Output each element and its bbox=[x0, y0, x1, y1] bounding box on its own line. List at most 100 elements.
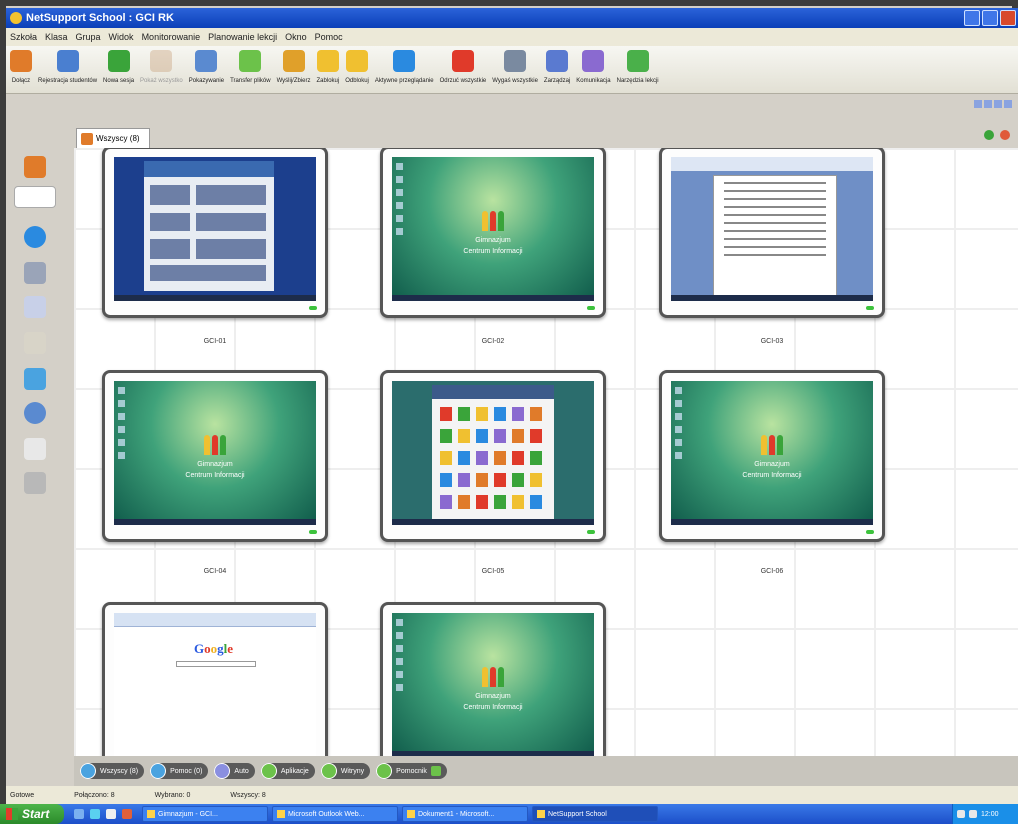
student-monitor[interactable] bbox=[380, 370, 606, 542]
filter-pill[interactable]: Auto bbox=[214, 763, 255, 779]
toolbar-button[interactable]: Dołącz bbox=[10, 50, 32, 84]
toolbar-button-label: Komunikacja bbox=[576, 78, 611, 84]
thumbnails-nav-icon[interactable] bbox=[14, 186, 56, 208]
students-nav-icon[interactable] bbox=[24, 156, 46, 178]
toolbar-button[interactable]: Pokaż wszystko bbox=[140, 50, 183, 84]
toolbar-button-label: Odblokuj bbox=[345, 78, 369, 84]
toolbar-button[interactable]: Komunikacja bbox=[576, 50, 611, 84]
toolbar-button-label: Pokazywanie bbox=[188, 78, 225, 84]
show-student-icon bbox=[195, 50, 218, 72]
journal-nav-icon[interactable] bbox=[24, 332, 46, 354]
toolbar-button[interactable]: Odrzuć wszystkie bbox=[440, 50, 486, 84]
toolbar-button[interactable]: Rejestracja studentów bbox=[38, 50, 97, 84]
toolbar-button-label: Nowa sesja bbox=[103, 78, 135, 84]
remote-taskbar bbox=[114, 519, 316, 525]
remove-group-icon[interactable] bbox=[1000, 130, 1010, 140]
layout-medium-icon[interactable] bbox=[984, 100, 992, 108]
toolbar-button[interactable]: Narzędzia lekcji bbox=[617, 50, 659, 84]
menu-item-class[interactable]: Klasa bbox=[45, 32, 68, 42]
applications-nav-icon[interactable] bbox=[24, 262, 46, 284]
layout-large-icon[interactable] bbox=[994, 100, 1002, 108]
toolbar-button[interactable]: Wygaś wszystkie bbox=[492, 50, 538, 84]
filter-pill[interactable]: Pomocnik bbox=[376, 763, 447, 779]
show-desktop-icon[interactable] bbox=[74, 809, 84, 819]
window-icon bbox=[277, 810, 285, 818]
menu-item-help[interactable]: Pomoc bbox=[315, 32, 343, 42]
menu-item-window[interactable]: Okno bbox=[285, 32, 307, 42]
toolbar-button[interactable]: Odblokuj bbox=[345, 50, 369, 84]
toolbar-button[interactable]: Nowa sesja bbox=[103, 50, 134, 84]
network-tray-icon[interactable] bbox=[957, 810, 965, 818]
toolbar-button[interactable]: Transfer plików bbox=[230, 50, 271, 84]
student-monitor[interactable]: Gimnazjum Centrum Informacji bbox=[659, 370, 885, 542]
layout-small-icon[interactable] bbox=[974, 100, 982, 108]
taskbar-window-button[interactable]: NetSupport School bbox=[532, 806, 658, 822]
firefox-icon[interactable] bbox=[122, 809, 132, 819]
block-icon bbox=[451, 50, 474, 72]
volume-tray-icon[interactable] bbox=[969, 810, 977, 818]
word-document bbox=[713, 175, 837, 299]
menu-item-group[interactable]: Grupa bbox=[76, 32, 101, 42]
school-logo bbox=[480, 665, 506, 687]
chat-nav-icon[interactable] bbox=[24, 368, 46, 390]
power-led-icon bbox=[587, 306, 595, 310]
toolbar-button-label: Wygaś wszystkie bbox=[492, 78, 538, 84]
menu-item-school[interactable]: Szkoła bbox=[10, 32, 37, 42]
maximize-button[interactable] bbox=[982, 10, 998, 26]
media-icon[interactable] bbox=[106, 809, 116, 819]
taskbar-window-button[interactable]: Dokument1 - Microsoft... bbox=[402, 806, 528, 822]
student-thumbnails-area: GCI-01 Gimnazjum Centrum Informacji GCI-02 G… bbox=[74, 148, 1018, 756]
toolbar-button[interactable]: Wyślij/Zbierz bbox=[277, 50, 311, 84]
tools-nav-icon[interactable] bbox=[24, 472, 46, 494]
filter-pill[interactable]: Pomoc (0) bbox=[150, 763, 209, 779]
student-screen-thumbnail bbox=[114, 157, 316, 301]
menu-item-lesson-planning[interactable]: Planowanie lekcji bbox=[208, 32, 277, 42]
desktop-icons bbox=[396, 619, 404, 697]
menu-item-view[interactable]: Widok bbox=[109, 32, 134, 42]
ie-icon[interactable] bbox=[90, 809, 100, 819]
auto-icon bbox=[214, 763, 231, 779]
filter-pill[interactable]: Wszyscy (8) bbox=[80, 763, 145, 779]
taskbar-window-label: Dokument1 - Microsoft... bbox=[418, 810, 495, 818]
window-icon bbox=[407, 810, 415, 818]
wallpaper-subtitle: Centrum Informacji bbox=[463, 704, 523, 711]
close-button[interactable] bbox=[1000, 10, 1016, 26]
survey-nav-icon[interactable] bbox=[24, 296, 46, 318]
student-monitor[interactable]: Gimnazjum Centrum Informacji bbox=[380, 602, 606, 756]
start-button[interactable]: Start bbox=[0, 804, 64, 824]
web-nav-icon[interactable] bbox=[24, 226, 46, 248]
toolbar-button[interactable]: Pokazywanie bbox=[189, 50, 224, 84]
layout-switcher bbox=[974, 100, 1012, 108]
tab-all-students[interactable]: Wszyscy (8) bbox=[76, 128, 150, 148]
layout-list-icon[interactable] bbox=[1004, 100, 1012, 108]
remote-taskbar bbox=[671, 519, 873, 525]
toolbar-button[interactable]: Zarządzaj bbox=[544, 50, 570, 84]
taskbar-window-label: Gimnazjum - GCI... bbox=[158, 810, 218, 818]
tests-nav-icon[interactable] bbox=[24, 438, 46, 460]
taskbar-window-label: Microsoft Outlook Web... bbox=[288, 810, 365, 818]
menu-bar: Szkoła Klasa Grupa Widok Monitorowanie P… bbox=[6, 28, 1018, 46]
tools-icon bbox=[626, 50, 649, 72]
assistant-icon bbox=[376, 763, 393, 779]
minimize-button[interactable] bbox=[964, 10, 980, 26]
taskbar-window-button[interactable]: Gimnazjum - GCI... bbox=[142, 806, 268, 822]
remote-taskbar bbox=[392, 519, 594, 525]
student-monitor[interactable]: Gimnazjum Centrum Informacji bbox=[380, 148, 606, 318]
filter-pill[interactable]: Aplikacje bbox=[260, 763, 315, 779]
filter-pill[interactable]: Witryny bbox=[320, 763, 371, 779]
audio-nav-icon[interactable] bbox=[24, 402, 46, 424]
student-monitor[interactable] bbox=[102, 148, 328, 318]
power-led-icon bbox=[866, 306, 874, 310]
student-monitor[interactable] bbox=[659, 148, 885, 318]
student-monitor[interactable]: Gimnazjum Centrum Informacji bbox=[102, 370, 328, 542]
checkmark-icon bbox=[430, 766, 441, 776]
toolbar-button[interactable]: Aktywne przeglądanie bbox=[375, 50, 434, 84]
menu-item-monitoring[interactable]: Monitorowanie bbox=[142, 32, 201, 42]
student-monitor[interactable]: Google bbox=[102, 602, 328, 756]
window-icon bbox=[537, 810, 545, 818]
add-group-icon[interactable] bbox=[984, 130, 994, 140]
taskbar-window-button[interactable]: Microsoft Outlook Web... bbox=[272, 806, 398, 822]
toolbar-button-label: Dołącz bbox=[11, 78, 31, 84]
register-icon bbox=[56, 50, 79, 72]
toolbar-button[interactable]: Zablokuj bbox=[317, 50, 339, 84]
